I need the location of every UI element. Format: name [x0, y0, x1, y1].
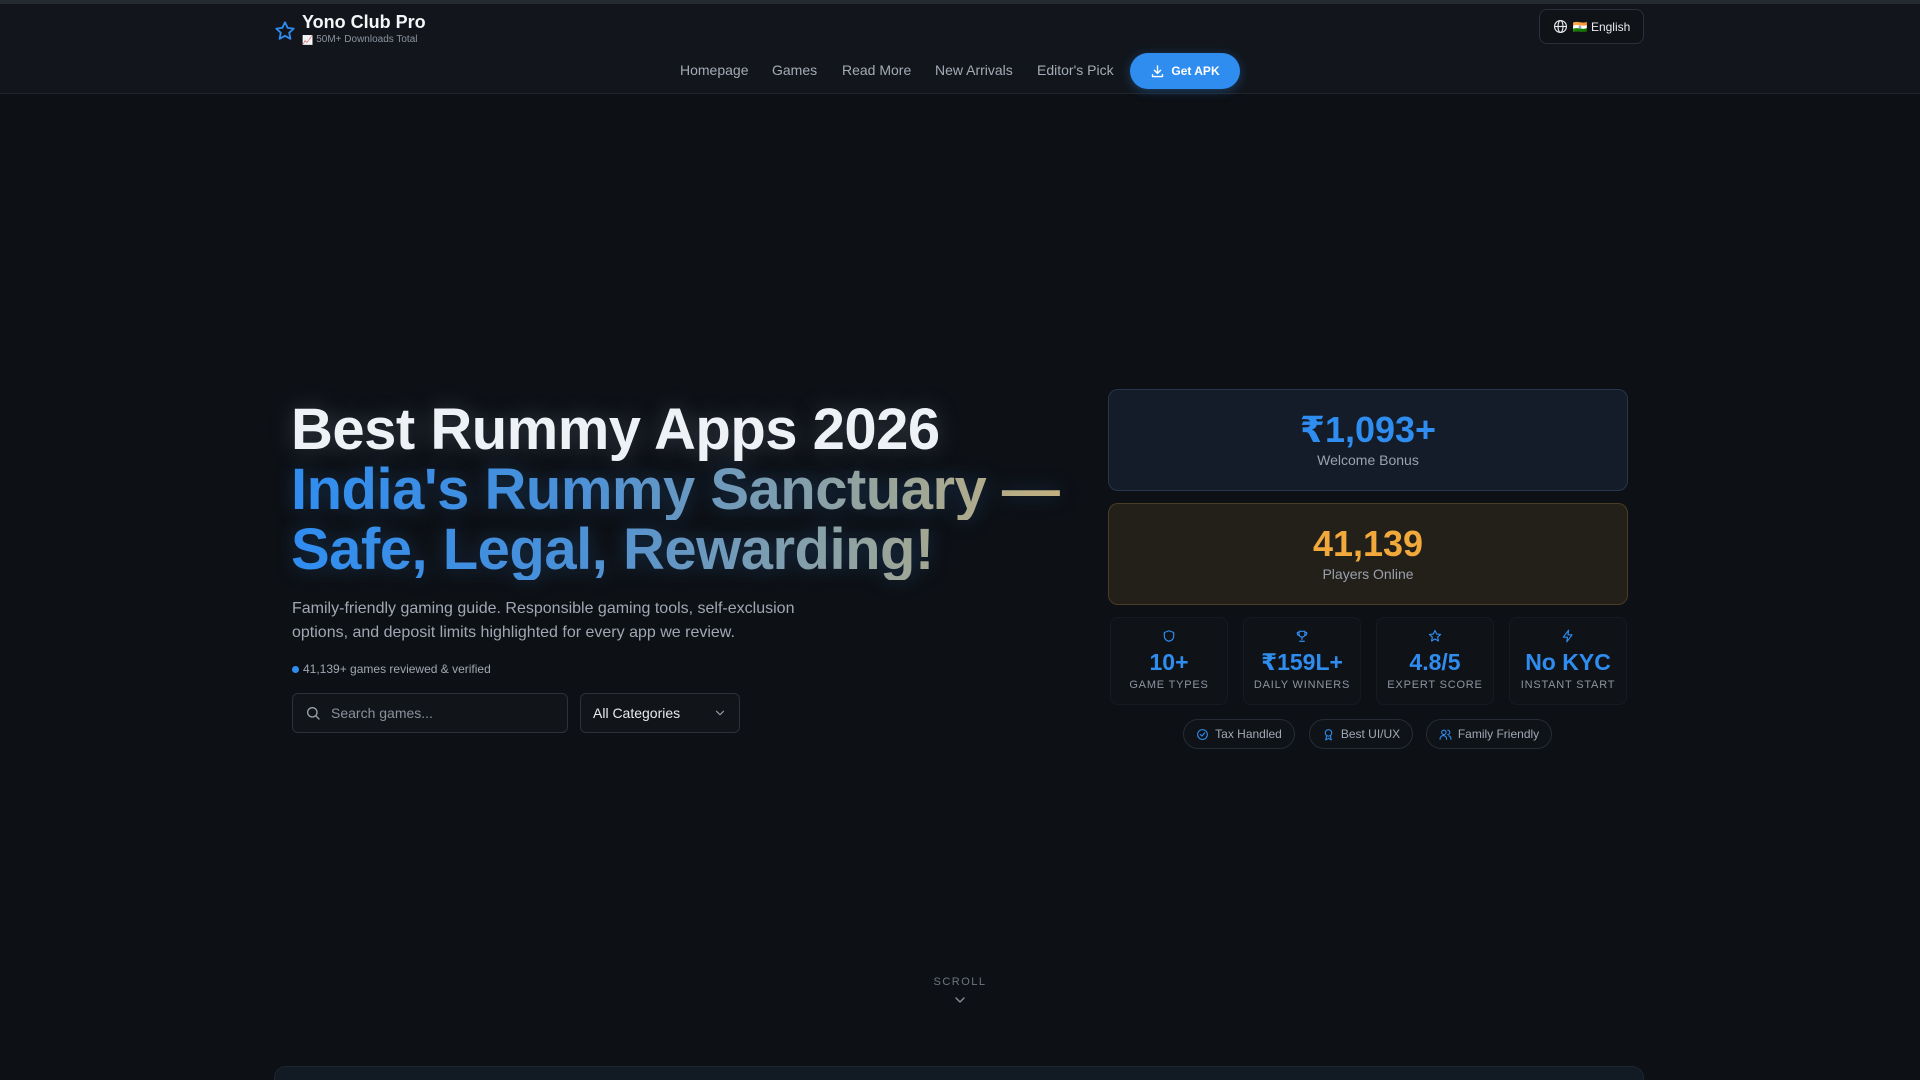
welcome-bonus-card: ₹1,093+ Welcome Bonus	[1108, 389, 1628, 491]
shield-icon	[1163, 630, 1175, 642]
hero-title-line2: India's Rummy Sanctuary —	[291, 460, 1091, 520]
stat-instant-start: No KYC INSTANT START	[1509, 617, 1627, 705]
site-header: Yono Club Pro 📈 50M+ Downloads Total 🇮🇳 E…	[0, 4, 1920, 94]
players-online-value: 41,139	[1312, 523, 1424, 564]
search-input[interactable]	[331, 705, 551, 721]
status-dot	[292, 665, 299, 673]
trophy-icon	[1296, 630, 1308, 642]
nav-new-arrivals[interactable]: New Arrivals	[935, 62, 1013, 78]
globe-icon	[1553, 20, 1567, 33]
language-selector[interactable]: 🇮🇳 English	[1539, 9, 1644, 44]
stat-label: GAME TYPES	[1129, 679, 1209, 691]
main-nav: Homepage Games Read More New Arrivals Ed…	[0, 49, 1920, 89]
scroll-indicator[interactable]: SCROLL	[920, 976, 1000, 1013]
welcome-bonus-value: ₹1,093+	[1299, 409, 1437, 450]
stat-label: INSTANT START	[1520, 679, 1616, 691]
players-online-card: 41,139 Players Online	[1108, 503, 1628, 605]
stat-value: No KYC	[1525, 649, 1611, 675]
search-icon	[307, 707, 320, 720]
nav-games[interactable]: Games	[772, 62, 817, 78]
hero-title-line1: Best Rummy Apps 2026	[291, 397, 940, 462]
players-online-label: Players Online	[1322, 566, 1414, 582]
brand-logo[interactable]: Yono Club Pro 📈 50M+ Downloads Total	[274, 10, 426, 46]
brand-title: Yono Club Pro	[302, 12, 426, 32]
badge-family-friendly: Family Friendly	[1426, 719, 1552, 749]
check-circle-icon	[1197, 728, 1209, 740]
language-label: 🇮🇳 English	[1572, 19, 1631, 34]
star-icon	[1428, 629, 1442, 642]
verified-text: 41,139+ games reviewed & verified	[303, 662, 491, 676]
star-logo-icon	[275, 21, 295, 40]
chart-icon: 📈	[302, 35, 314, 45]
stat-game-types: 10+ GAME TYPES	[1110, 617, 1228, 705]
badge-tax-handled: Tax Handled	[1183, 719, 1295, 749]
stat-label: DAILY WINNERS	[1253, 679, 1351, 691]
stat-expert-score: 4.8/5 EXPERT SCORE	[1376, 617, 1494, 705]
category-select[interactable]: All Categories	[580, 693, 740, 733]
search-box	[292, 693, 568, 733]
get-apk-button[interactable]: Get APK	[1130, 53, 1240, 89]
next-section-card	[274, 1066, 1644, 1080]
users-icon	[1439, 729, 1452, 740]
badge-label: Best UI/UX	[1340, 727, 1401, 741]
award-icon	[1324, 728, 1333, 740]
download-icon	[1152, 64, 1164, 77]
stat-daily-winners: ₹159L+ DAILY WINNERS	[1243, 617, 1361, 705]
badge-label: Tax Handled	[1215, 727, 1282, 741]
chevron-down-icon	[955, 997, 965, 1003]
hero-title-line3: Safe, Legal, Rewarding!	[291, 520, 1091, 580]
badge-label: Family Friendly	[1457, 727, 1540, 741]
stat-label: EXPERT SCORE	[1387, 679, 1483, 691]
nav-homepage[interactable]: Homepage	[680, 62, 749, 78]
get-apk-label: Get APK	[1171, 64, 1220, 78]
category-selected: All Categories	[593, 705, 681, 721]
stat-value: ₹159L+	[1261, 649, 1343, 675]
bolt-icon	[1562, 629, 1573, 643]
scroll-label: SCROLL	[933, 976, 987, 988]
verified-note: 41,139+ games reviewed & verified	[292, 662, 491, 676]
hero-description: Family-friendly gaming guide. Responsibl…	[292, 600, 795, 641]
hero-title: Best Rummy Apps 2026 India's Rummy Sanct…	[291, 400, 1091, 580]
chevron-down-icon	[715, 710, 725, 716]
welcome-bonus-label: Welcome Bonus	[1317, 452, 1419, 468]
brand-subtitle: 50M+ Downloads Total	[316, 34, 418, 45]
stat-value: 4.8/5	[1409, 649, 1461, 675]
nav-editors-pick[interactable]: Editor's Pick	[1037, 62, 1114, 78]
nav-read-more[interactable]: Read More	[842, 62, 911, 78]
badge-best-ui: Best UI/UX	[1309, 719, 1413, 749]
stat-value: 10+	[1149, 649, 1189, 675]
